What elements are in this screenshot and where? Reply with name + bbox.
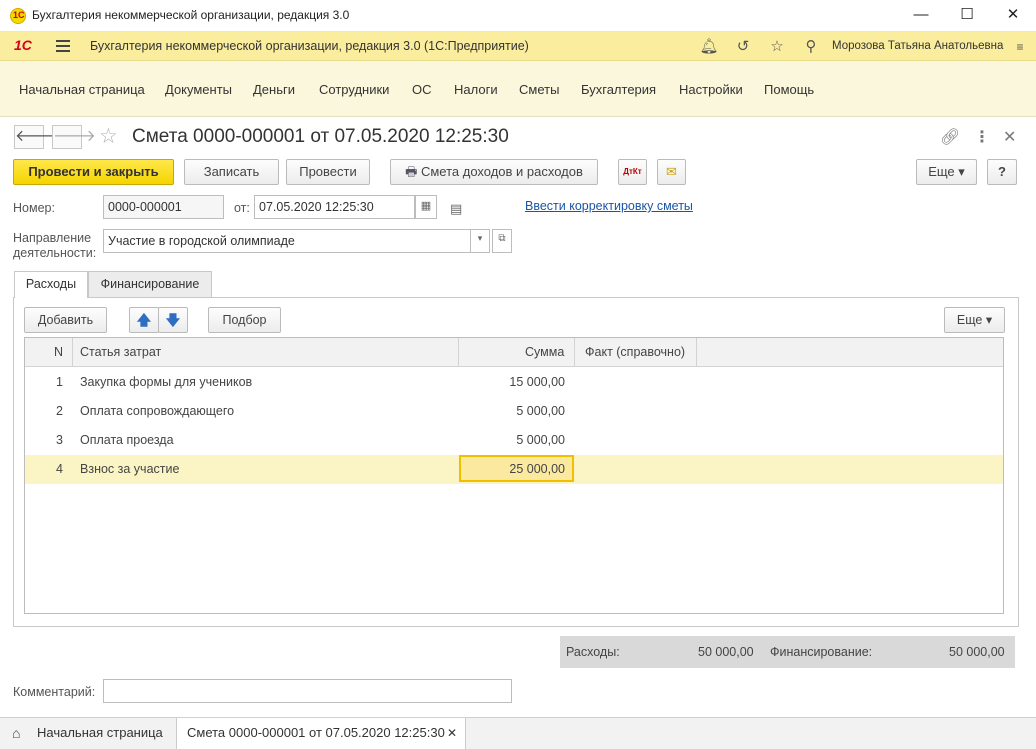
pick-button[interactable]: Подбор [208,307,281,333]
column-header-fact[interactable]: Факт (справочно) [585,338,685,366]
table-header: N Статья затрат Сумма Факт (справочно) [25,338,1003,367]
row-sum[interactable]: 25 000,00 [509,455,565,483]
more-button[interactable]: Еще ▾ [916,159,977,185]
post-button[interactable]: Провести [286,159,370,185]
direction-label-line1: Направление [13,231,92,245]
user-name[interactable]: Морозова Татьяна Анатольевна [832,40,1003,52]
close-form-icon[interactable]: ✕ [1003,127,1016,147]
row-item[interactable]: Оплата сопровождающего [80,397,234,425]
column-header-item[interactable]: Статья затрат [80,338,161,366]
table-row[interactable]: 2 Оплата сопровождающего 5 000,00 [25,397,1003,426]
menu-item-money[interactable]: Деньги [253,82,295,97]
menu-item-help[interactable]: Помощь [764,82,814,97]
open-windows-bar: ⌂ Начальная страница Смета 0000-000001 о… [0,717,1036,749]
close-tab-icon[interactable]: ✕ [447,718,457,748]
document-title: Смета 0000-000001 от 07.05.2020 12:25:30 [132,126,509,147]
minimize-button[interactable]: — [898,0,944,32]
link-icon[interactable]: 🔗︎ [940,127,960,147]
save-button[interactable]: Записать [184,159,279,185]
email-icon[interactable]: ✉ [657,159,686,185]
favorite-star-icon[interactable]: ☆ [99,124,118,149]
add-row-button[interactable]: Добавить [24,307,107,333]
number-label: Номер: [13,201,55,215]
row-number: 4 [56,462,63,476]
maximize-button[interactable]: ☐ [944,0,990,32]
post-and-close-button[interactable]: Провести и закрыть [13,159,174,185]
totals-bar: Расходы: 50 000,00 Финансирование: 50 00… [560,636,1015,668]
menu-item-taxes[interactable]: Налоги [454,82,498,97]
open-item-icon[interactable]: ⧉ [492,229,512,253]
main-menu-icon[interactable] [56,40,70,55]
app-title: Бухгалтерия некоммерческой организации, … [90,39,529,53]
calendar-icon[interactable]: ▦ [415,195,437,219]
close-window-button[interactable]: ✕ [990,0,1036,32]
row-number: 1 [56,375,63,389]
row-item[interactable]: Взнос за участие [80,455,179,483]
menu-item-accounting[interactable]: Бухгалтерия [581,82,656,97]
row-sum[interactable]: 5 000,00 [516,426,565,454]
help-button[interactable]: ? [987,159,1017,185]
table-row-selected[interactable]: 4 Взнос за участие 25 000,00 [25,455,1003,484]
menu-item-fixed-assets[interactable]: ОС [412,82,432,97]
expenses-total-label: Расходы: [566,645,620,659]
menu-item-estimates[interactable]: Сметы [519,82,559,97]
home-icon[interactable]: ⌂ [12,725,20,741]
column-header-sum[interactable]: Сумма [525,338,564,366]
taskbar-tab-current[interactable]: Смета 0000-000001 от 07.05.2020 12:25:30… [176,718,466,749]
funding-total-value: 50 000,00 [949,645,1005,659]
funding-total-label: Финансирование: [770,645,873,659]
dt-kt-icon[interactable]: ДтКт [618,159,647,185]
more-actions-icon[interactable]: ⋮ [974,127,990,147]
row-number: 3 [56,433,63,447]
forward-button[interactable]: 🡒 [52,125,96,149]
search-icon[interactable]: ⚲ [801,37,821,57]
app-header: 1С Бухгалтерия некоммерческой организаци… [0,32,1036,61]
bell-icon[interactable]: 🔔︎ [699,37,719,57]
row-number: 2 [56,404,63,418]
history-icon[interactable]: ↺ [733,37,753,57]
document-status-icon[interactable]: ▤ [450,201,462,217]
taskbar-tab-home[interactable]: Начальная страница [37,718,163,749]
tab-funding[interactable]: Финансирование [88,271,212,297]
app-logo-icon: 1С [10,8,26,24]
direction-field[interactable]: Участие в городской олимпиаде [103,229,471,253]
menu-item-home[interactable]: Начальная страница [19,82,145,97]
column-header-n[interactable]: N [54,338,63,366]
print-estimate-button[interactable]: 🖶︎ Смета доходов и расходов [390,159,598,185]
row-item[interactable]: Оплата проезда [80,426,174,454]
table-row[interactable]: 1 Закупка формы для учеников 15 000,00 [25,368,1003,397]
print-estimate-label: Смета доходов и расходов [420,164,583,179]
back-button[interactable]: 🡐 [14,125,58,149]
window-title: Бухгалтерия некоммерческой организации, … [32,8,350,22]
expenses-table[interactable]: N Статья затрат Сумма Факт (справочно) 1… [24,337,1004,614]
move-down-icon[interactable]: 🡇 [158,307,188,333]
dropdown-arrow-icon[interactable]: ▾ [470,229,490,253]
correction-link[interactable]: Ввести корректировку сметы [525,199,693,213]
row-item[interactable]: Закупка формы для учеников [80,368,252,396]
menu-item-employees[interactable]: Сотрудники [319,82,389,97]
table-row[interactable]: 3 Оплата проезда 5 000,00 [25,426,1003,455]
expenses-total-value: 50 000,00 [698,645,754,659]
date-label: от: [234,201,250,215]
menu-item-documents[interactable]: Документы [165,82,232,97]
comment-label: Комментарий: [13,685,96,699]
row-sum[interactable]: 15 000,00 [509,368,565,396]
direction-label-line2: деятельности: [13,246,97,260]
move-up-icon[interactable]: 🡅 [129,307,159,333]
number-field[interactable]: 0000-000001 [103,195,224,219]
date-field[interactable]: 07.05.2020 12:25:30 [254,195,415,219]
printer-icon: 🖶︎ [405,164,421,179]
row-sum[interactable]: 5 000,00 [516,397,565,425]
sections-menu: Начальная страница Документы Деньги Сотр… [0,61,1036,117]
tab-expenses[interactable]: Расходы [14,271,88,298]
comment-field[interactable] [103,679,512,703]
menu-dots-icon[interactable]: ≡ [1010,37,1030,57]
table-more-button[interactable]: Еще ▾ [944,307,1005,333]
1c-logo: 1С [14,37,32,53]
favorites-star-icon[interactable]: ☆ [767,37,787,57]
window-titlebar: 1С Бухгалтерия некоммерческой организаци… [0,0,1036,32]
menu-item-settings[interactable]: Настройки [679,82,743,97]
taskbar-tab-current-label: Смета 0000-000001 от 07.05.2020 12:25:30 [187,725,445,740]
